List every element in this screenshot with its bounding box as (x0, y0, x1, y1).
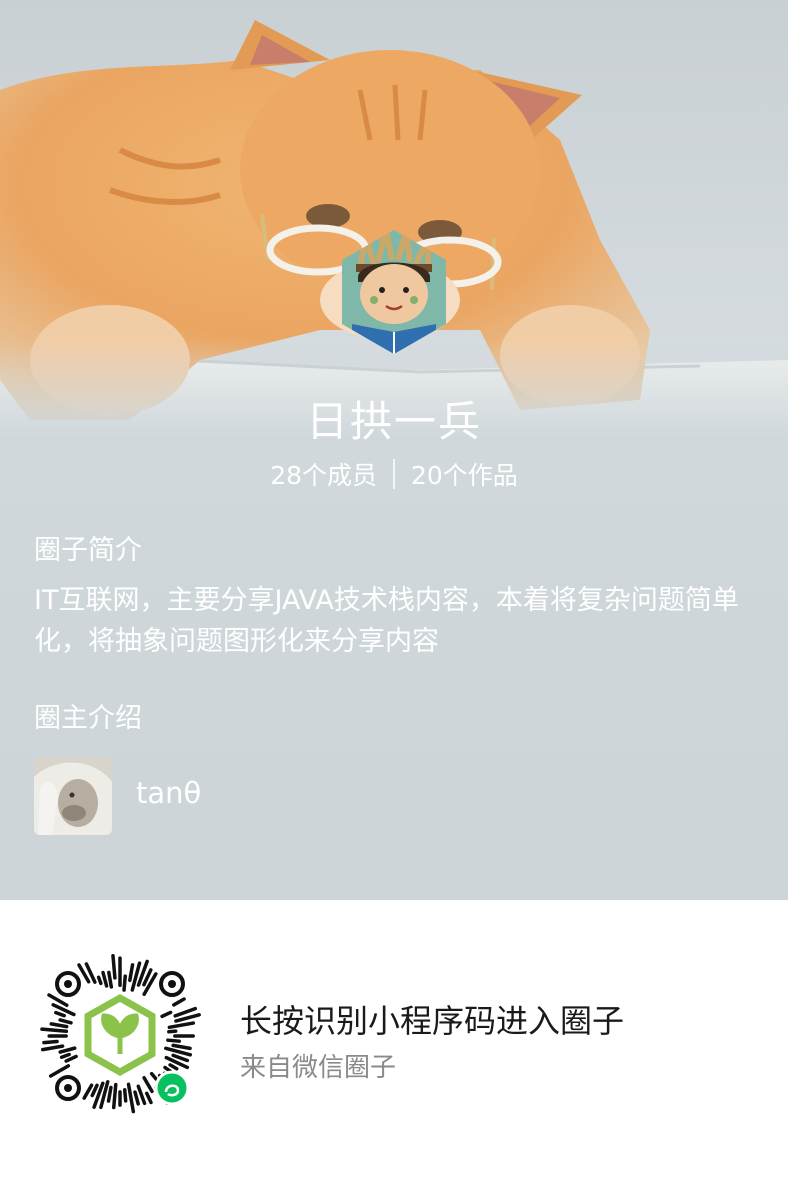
intro-heading: 圈子简介 (34, 535, 142, 566)
circle-avatar (338, 228, 450, 356)
owner-heading: 圈主介绍 (34, 703, 142, 734)
scan-prompt: 长按识别小程序码进入圈子 (240, 1002, 625, 1040)
circle-card: 日拱一兵 28个成员 20个作品 圈子简介 IT互联网，主要分享JAVA技术栈内… (0, 0, 788, 900)
cover-image (0, 0, 788, 440)
owner-name[interactable]: tanθ (136, 776, 201, 810)
stats-divider (393, 459, 395, 489)
mini-program-code-icon[interactable] (34, 950, 206, 1122)
work-count[interactable]: 20个作品 (411, 456, 518, 492)
owner-avatar[interactable] (34, 757, 112, 835)
member-count[interactable]: 28个成员 (270, 456, 377, 492)
source-label: 来自微信圈子 (240, 1053, 397, 1083)
circle-stats: 28个成员 20个作品 (0, 456, 788, 492)
intro-text: IT互联网，主要分享JAVA技术栈内容，本着将复杂问题简单化，将抽象问题图形化来… (34, 585, 739, 657)
circle-name: 日拱一兵 (305, 397, 482, 446)
